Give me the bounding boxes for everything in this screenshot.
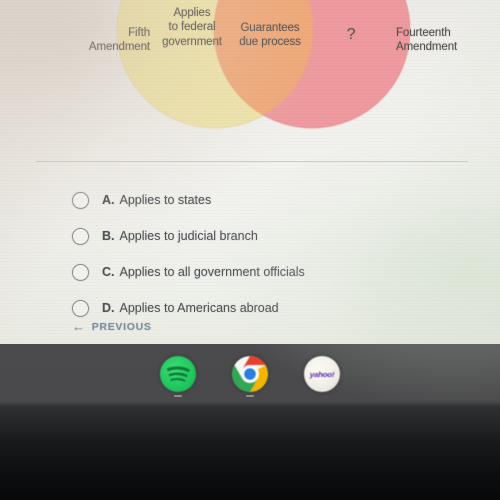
venn-left-outer-label-line1: Fifth (128, 27, 150, 39)
answer-option-a[interactable]: A. Applies to states (72, 182, 472, 218)
taskbar: yahoo! (0, 343, 500, 405)
section-divider (36, 161, 468, 162)
venn-overlap-label: Guarantees due process (228, 21, 312, 50)
venn-right-outer-label-line1: Fourteenth (396, 27, 451, 39)
answer-letter-a: A. (102, 193, 115, 207)
yahoo-icon[interactable]: yahoo! (304, 356, 340, 392)
arrow-left-icon: ← (72, 319, 86, 334)
taskbar-item-spotify[interactable] (156, 348, 200, 400)
spotify-glyph (166, 366, 190, 382)
chrome-icon[interactable] (232, 356, 268, 392)
answer-letter-d: D. (102, 301, 115, 315)
yahoo-wordmark: yahoo! (309, 369, 335, 379)
venn-overlap-label-line2: due process (239, 36, 301, 49)
venn-right-outer-label: Fourteenth Amendment (396, 26, 492, 55)
venn-diagram: Fifth Amendment Applies to federal gover… (0, 0, 500, 145)
venn-overlap-label-line1: Guarantees (240, 22, 300, 34)
answer-option-c[interactable]: C. Applies to all government officials (72, 254, 472, 290)
taskbar-item-yahoo[interactable]: yahoo! (300, 348, 344, 400)
answer-text-d: Applies to Americans abroad (119, 301, 279, 315)
venn-left-inner-label-line2: to federal (168, 21, 216, 34)
spotify-icon[interactable] (160, 356, 196, 392)
answer-options-list: A. Applies to states B. Applies to judic… (72, 182, 472, 326)
answer-text-a: Applies to states (119, 193, 212, 207)
venn-left-outer-label: Fifth Amendment (62, 26, 150, 55)
answer-option-b[interactable]: B. Applies to judicial branch (72, 218, 472, 254)
chrome-glyph (232, 356, 268, 392)
venn-left-outer-label-line2: Amendment (88, 41, 150, 54)
venn-left-inner-label: Applies to federal government (150, 6, 234, 49)
radio-button-d[interactable] (72, 299, 89, 317)
answer-text-b: Applies to judicial branch (119, 229, 258, 243)
answer-letter-b: B. (102, 229, 115, 243)
answer-text-c: Applies to all government officials (119, 265, 305, 279)
radio-button-c[interactable] (72, 263, 89, 281)
venn-left-inner-label-line3: government (162, 35, 222, 48)
venn-right-inner-label: ? (346, 26, 356, 43)
venn-left-inner-label-line1: Applies (173, 7, 211, 19)
taskbar-running-indicator-spotify (174, 395, 182, 397)
web-page: Fifth Amendment Applies to federal gover… (0, 0, 500, 400)
screen-photo: Fifth Amendment Applies to federal gover… (0, 0, 500, 500)
radio-button-a[interactable] (72, 191, 89, 209)
venn-right-outer-label-line2: Amendment (396, 41, 458, 54)
taskbar-item-chrome[interactable] (228, 348, 272, 400)
previous-button-label: PREVIOUS (91, 320, 152, 333)
answer-letter-c: C. (102, 265, 115, 279)
radio-button-b[interactable] (72, 227, 89, 245)
taskbar-running-indicator-chrome (246, 395, 254, 397)
previous-button[interactable]: ← PREVIOUS (72, 320, 152, 333)
